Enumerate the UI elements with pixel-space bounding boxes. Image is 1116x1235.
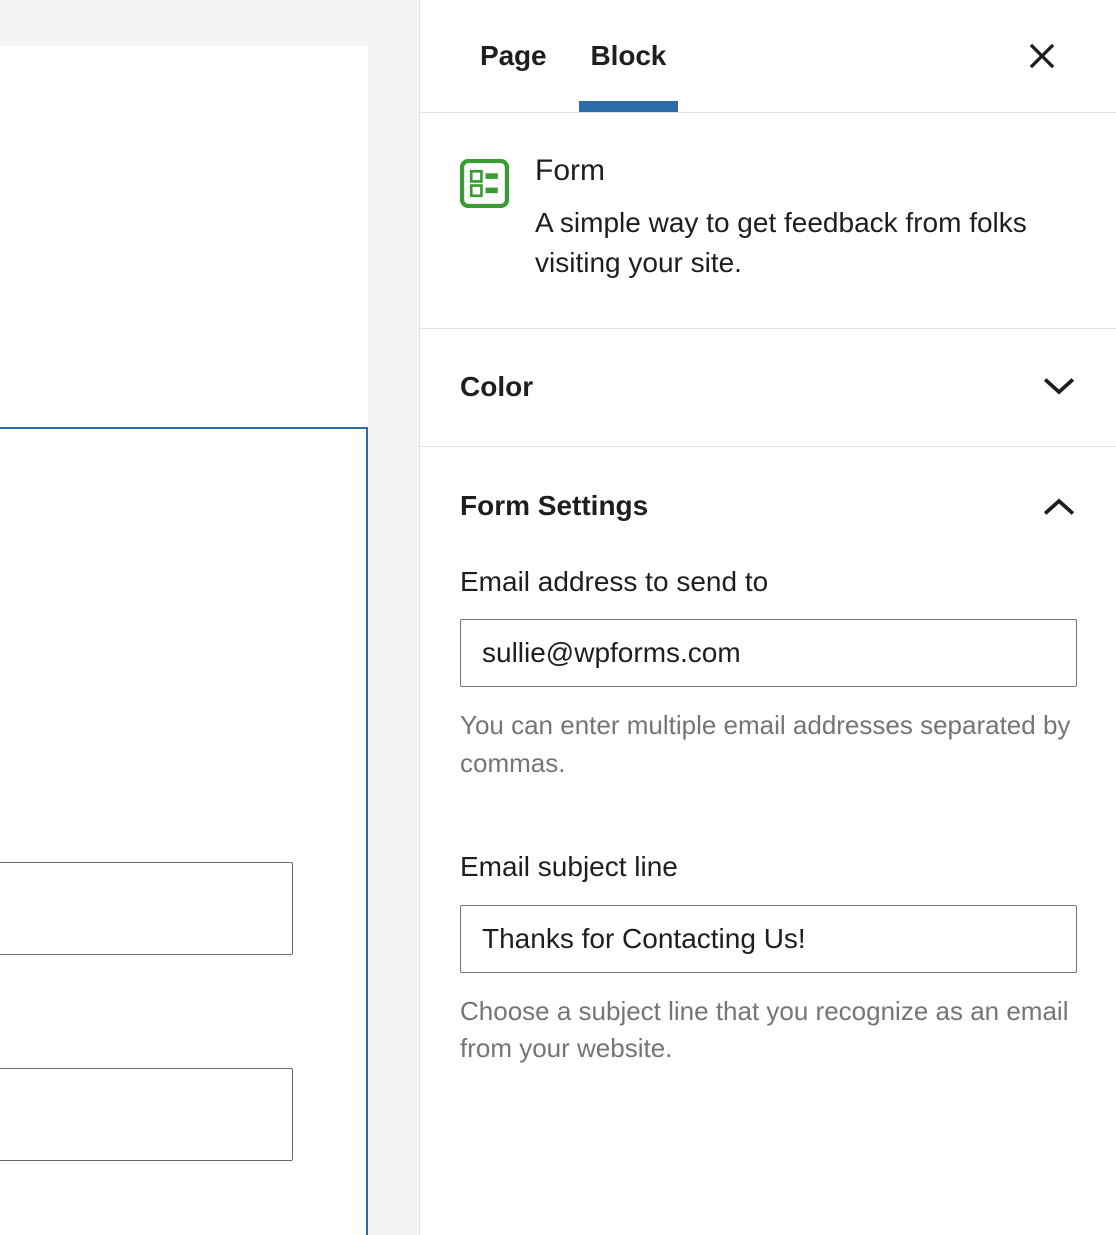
form-preview-text-input-1[interactable] bbox=[0, 862, 293, 955]
block-meta: Form A simple way to get feedback from f… bbox=[535, 151, 1076, 284]
panel-title-color: Color bbox=[460, 371, 534, 403]
email-subject-input[interactable] bbox=[460, 904, 1077, 973]
editor-page-surface bbox=[0, 46, 368, 1235]
help-send-to-email: You can enter multiple email addresses s… bbox=[460, 710, 1071, 778]
block-editor-canvas bbox=[0, 0, 420, 1235]
form-block-icon bbox=[460, 159, 509, 208]
close-sidebar-button[interactable] bbox=[1014, 28, 1070, 84]
panel-title-form-settings: Form Settings bbox=[460, 489, 649, 521]
tab-page[interactable]: Page bbox=[458, 0, 569, 112]
send-to-email-input[interactable] bbox=[460, 619, 1077, 688]
chevron-down-icon bbox=[1044, 378, 1074, 395]
label-send-to-email: Email address to send to bbox=[460, 565, 769, 597]
field-spacer bbox=[460, 824, 1076, 850]
settings-sidebar: Page Block Form A simple way to get feed… bbox=[420, 0, 1116, 1235]
form-preview-text-input-2[interactable] bbox=[0, 1068, 293, 1161]
tab-block[interactable]: Block bbox=[569, 0, 689, 112]
close-icon bbox=[1029, 43, 1055, 69]
sidebar-tabbar: Page Block bbox=[420, 0, 1116, 113]
chevron-up-icon bbox=[1044, 498, 1074, 515]
label-email-subject: Email subject line bbox=[460, 851, 678, 883]
form-settings-body: Email address to send to You can enter m… bbox=[420, 565, 1116, 1068]
block-info-card: Form A simple way to get feedback from f… bbox=[420, 113, 1116, 329]
help-email-subject: Choose a subject line that you recognize… bbox=[460, 995, 1069, 1064]
block-title: Form bbox=[535, 154, 605, 187]
block-description: A simple way to get feedback from folks … bbox=[535, 207, 1027, 279]
panel-header-color[interactable]: Color bbox=[420, 329, 1116, 447]
editor-screen: Page Block Form A simple way to get feed… bbox=[0, 0, 1116, 1235]
selected-form-block[interactable] bbox=[0, 427, 368, 1235]
field-group-send-to-email: Email address to send to You can enter m… bbox=[460, 565, 1077, 782]
panel-header-form-settings[interactable]: Form Settings bbox=[420, 447, 1116, 565]
field-group-email-subject: Email subject line Choose a subject line… bbox=[460, 850, 1077, 1067]
